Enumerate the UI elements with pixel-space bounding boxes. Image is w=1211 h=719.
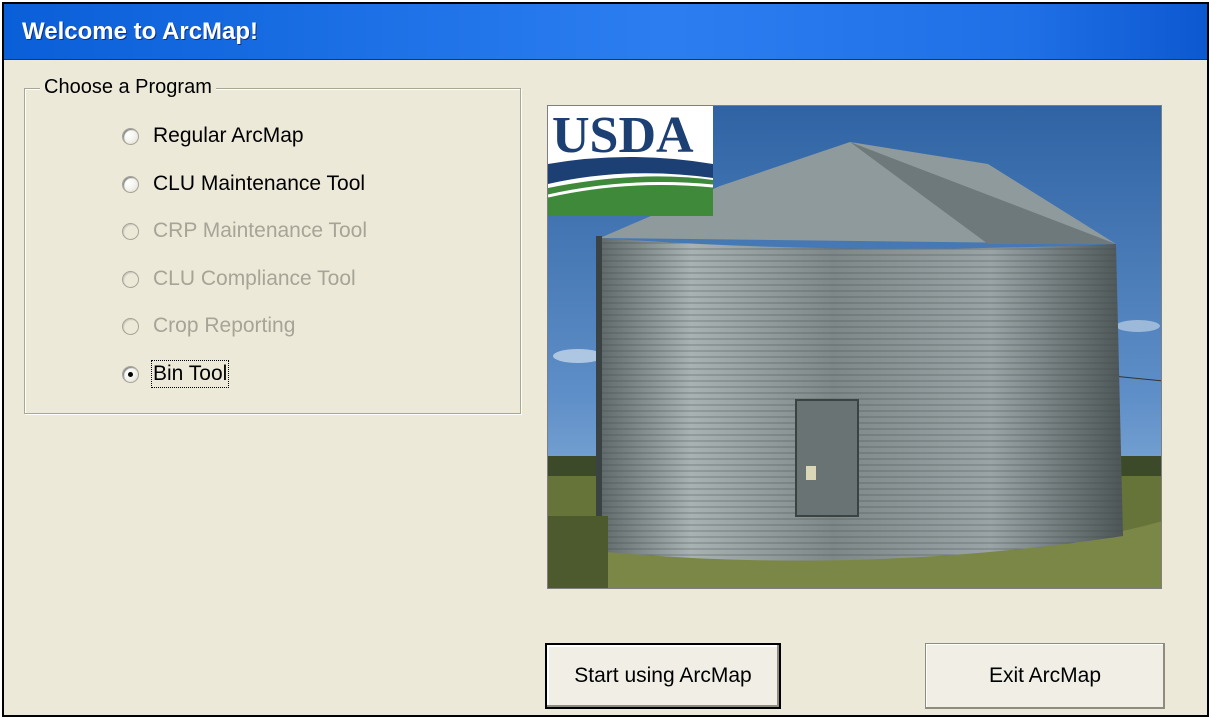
radio-label: Crop Reporting [153, 314, 296, 337]
radio-clu-maintenance-tool[interactable]: CLU Maintenance Tool [122, 169, 365, 199]
radio-button-icon[interactable] [122, 127, 139, 145]
usda-logo-text: USDA [552, 107, 694, 164]
radio-crop-reporting: Crop Reporting [122, 311, 295, 341]
radio-regular-arcmap[interactable]: Regular ArcMap [122, 121, 304, 151]
radio-button-icon [122, 222, 139, 240]
radio-crp-maintenance-tool: CRP Maintenance Tool [122, 216, 367, 246]
group-legend: Choose a Program [40, 76, 216, 99]
title-bar[interactable]: Welcome to ArcMap! [4, 4, 1207, 60]
radio-label: Regular ArcMap [153, 124, 304, 147]
welcome-dialog: Welcome to ArcMap! Choose a Program Regu… [2, 2, 1209, 717]
radio-label: Bin Tool [150, 360, 230, 388]
grain-bin-illustration: USDA [548, 106, 1161, 588]
radio-label: CLU Compliance Tool [153, 267, 356, 290]
radio-button-icon[interactable] [122, 175, 139, 193]
radio-button-icon [122, 317, 139, 335]
radio-clu-compliance-tool: CLU Compliance Tool [122, 264, 356, 294]
radio-button-icon [122, 270, 139, 288]
radio-bin-tool[interactable]: Bin Tool [122, 359, 230, 389]
radio-label: CRP Maintenance Tool [153, 219, 368, 242]
window-title: Welcome to ArcMap! [22, 18, 259, 45]
usda-grain-bin-image: USDA [547, 105, 1162, 589]
radio-button-selected-icon[interactable] [122, 365, 139, 383]
radio-label: CLU Maintenance Tool [153, 172, 366, 195]
exit-arcmap-button[interactable]: Exit ArcMap [925, 643, 1165, 709]
start-using-arcmap-button[interactable]: Start using ArcMap [545, 643, 781, 709]
